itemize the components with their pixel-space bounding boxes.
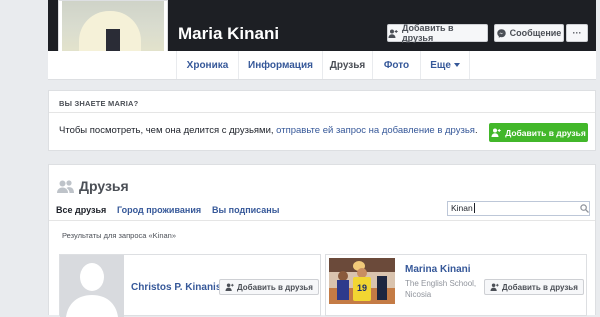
results-label: Результаты для запроса «Kinan» xyxy=(62,231,177,240)
tab-more[interactable]: Еще xyxy=(420,51,470,79)
add-friend-icon xyxy=(491,128,501,137)
default-avatar[interactable] xyxy=(60,255,124,317)
friends-title: Друзья xyxy=(79,178,129,194)
add-friend-label: Добавить в друзья xyxy=(237,282,313,292)
friend-name[interactable]: Christos P. Kinanis xyxy=(131,282,221,293)
know-message: Чтобы посмотреть, чем она делится с друз… xyxy=(59,125,478,136)
know-text: Чтобы посмотреть, чем она делится с друз… xyxy=(59,125,277,136)
friends-search-input[interactable]: Kinan xyxy=(447,201,590,216)
profile-nav: Хроника Информация Друзья Фото Еще xyxy=(48,51,596,80)
jersey-number: 19 xyxy=(357,283,367,293)
add-friend-button[interactable]: Добавить в друзья xyxy=(484,279,584,295)
caret-down-icon xyxy=(453,63,460,67)
add-friend-button[interactable]: Добавить в друзья xyxy=(387,23,488,43)
friend-school: The English School, Nicosia xyxy=(405,279,477,299)
know-text-end: . xyxy=(474,125,478,136)
tab-photos[interactable]: Фото xyxy=(372,51,420,79)
friends-icon xyxy=(57,180,74,193)
divider xyxy=(49,220,595,221)
add-friend-label: Добавить в друзья xyxy=(502,282,578,292)
tab-timeline-label: Хроника xyxy=(186,59,229,71)
search-icon[interactable] xyxy=(580,204,589,213)
send-request-link[interactable]: отправьте ей запрос на добавление в друз… xyxy=(276,125,475,136)
more-options-button[interactable]: ··· xyxy=(566,24,588,42)
tab-friends-label: Друзья xyxy=(329,59,366,71)
friends-section: Друзья Все друзья Город проживания Вы по… xyxy=(48,164,596,317)
add-friend-green-label: Добавить в друзья xyxy=(505,127,586,138)
profile-name[interactable]: Maria Kinani xyxy=(178,24,279,44)
friend-name[interactable]: Marina Kinani xyxy=(405,264,471,275)
add-friend-icon xyxy=(490,283,499,291)
tab-about[interactable]: Информация xyxy=(238,51,322,79)
friends-tab-city[interactable]: Город проживания xyxy=(117,205,201,215)
add-friend-label: Добавить в друзья xyxy=(401,23,454,43)
tab-friends[interactable]: Друзья xyxy=(322,51,372,79)
tab-timeline[interactable]: Хроника xyxy=(176,51,238,79)
add-friend-button[interactable]: Добавить в друзья xyxy=(219,279,319,295)
add-friend-green-button[interactable]: Добавить в друзья xyxy=(489,123,588,142)
friends-tab-all[interactable]: Все друзья xyxy=(56,205,106,215)
friends-search-value: Kinan xyxy=(451,203,473,213)
person-silhouette-icon xyxy=(60,255,124,317)
tab-about-label: Информация xyxy=(248,59,313,71)
message-label: Сообщение xyxy=(509,28,562,38)
friend-card: 19 Marina Kinani The English School, Nic… xyxy=(325,254,587,316)
volleyball-player-photo: 19 xyxy=(329,258,395,304)
add-friend-icon xyxy=(225,283,234,291)
more-options-label: ··· xyxy=(572,28,582,38)
divider xyxy=(49,112,595,113)
friends-tab-following[interactable]: Вы подписаны xyxy=(212,205,279,215)
add-friend-icon xyxy=(388,29,398,38)
messenger-icon xyxy=(496,28,506,38)
know-title: ВЫ ЗНАЕТЕ MARIA? xyxy=(59,99,139,108)
friend-photo[interactable]: 19 xyxy=(329,258,395,304)
tab-photos-label: Фото xyxy=(383,59,410,71)
message-button[interactable]: Сообщение xyxy=(494,24,564,42)
friend-card: Christos P. Kinanis Добавить в друзья xyxy=(59,254,321,317)
tab-more-label: Еще xyxy=(430,59,451,71)
know-person-card: ВЫ ЗНАЕТЕ MARIA? Чтобы посмотреть, чем о… xyxy=(48,90,596,151)
